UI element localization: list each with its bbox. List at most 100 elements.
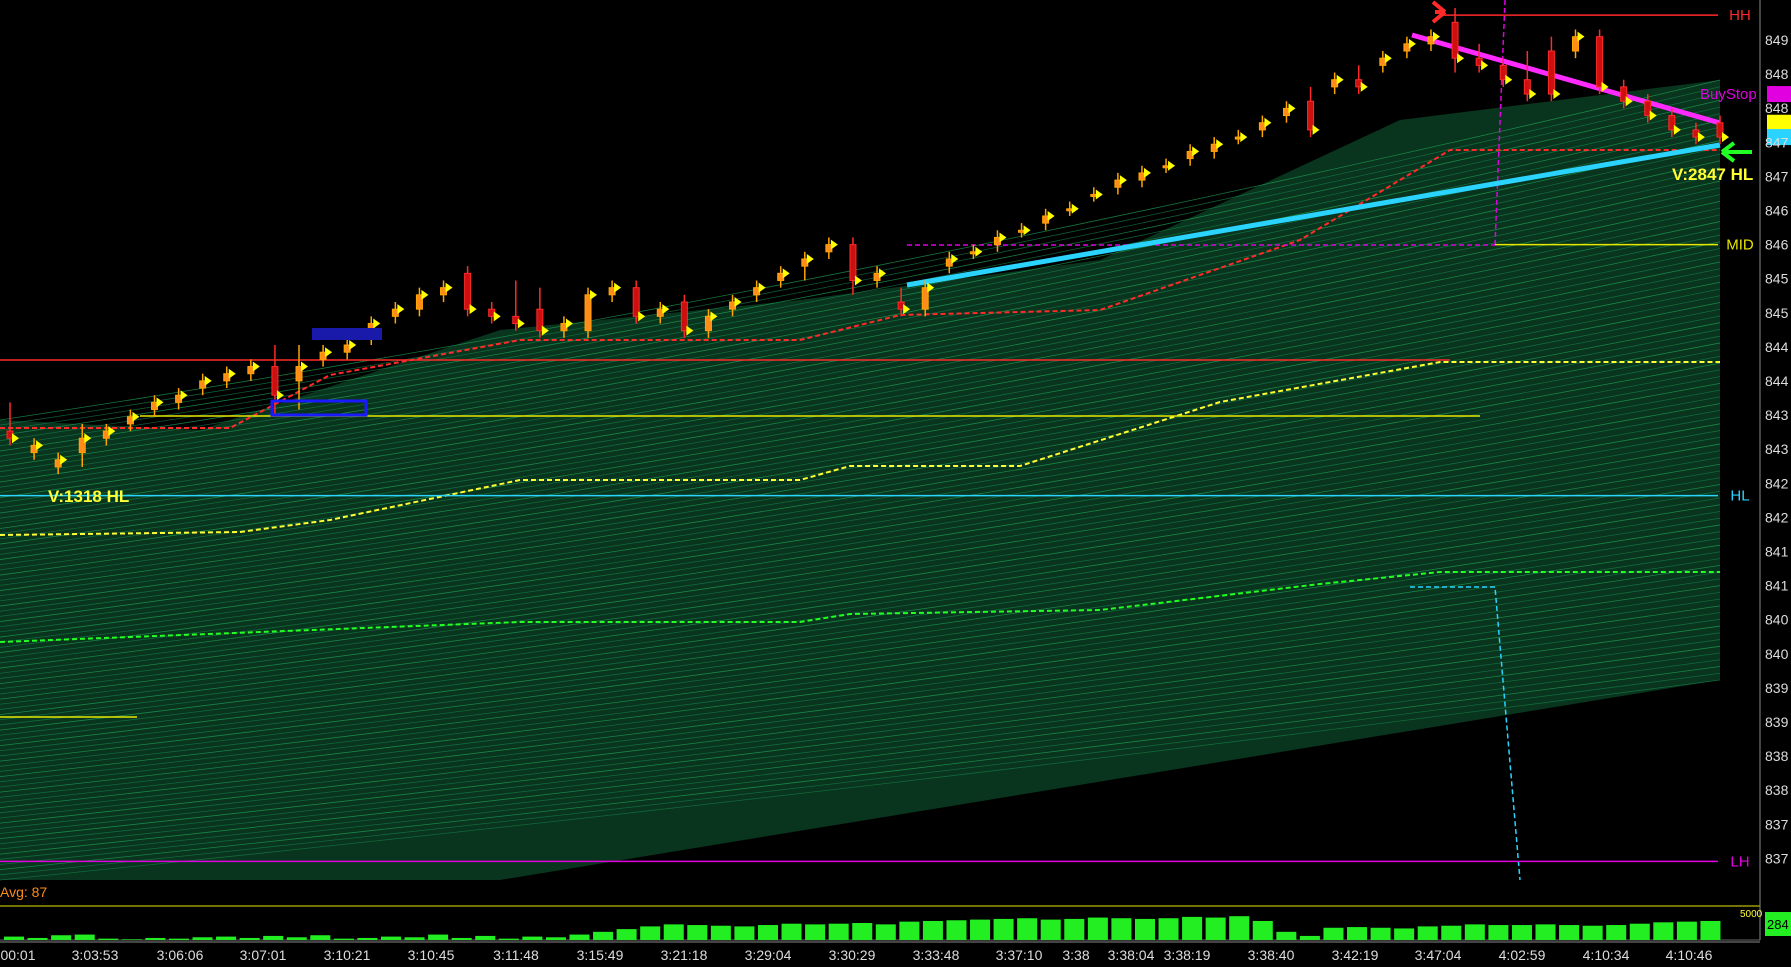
volume-bar [1676,921,1697,940]
price-tick-label: 843 [1765,441,1789,457]
time-tick-label: 3:30:29 [829,947,876,963]
candle-body [1596,36,1604,88]
time-tick-label: 4:10:46 [1666,947,1713,963]
level-label-hl: HL [1730,488,1749,505]
volume-bar [1087,917,1108,940]
blue-box-high [312,328,382,340]
price-tick-label: 847 [1765,134,1789,150]
volume-bar [357,937,378,940]
price-tick-label: 845 [1765,271,1789,287]
volume-bar [145,937,166,940]
price-tick-label: 841 [1765,544,1789,560]
price-tick-label: 846 [1765,237,1789,253]
volume-bar [1252,920,1273,940]
time-tick-label: 3:07:01 [240,947,287,963]
time-tick-label: 3:29:04 [745,947,792,963]
price-tick-label: 847 [1765,168,1789,184]
volume-axis-label: 5000 [1740,909,1763,920]
volume-bar [1182,916,1203,940]
volume-bar [852,923,873,940]
volume-bar [1464,924,1485,940]
price-tick-label: 841 [1765,578,1789,594]
volume-bar [1559,925,1580,940]
candle-body [464,272,472,310]
volume-readout: 284 [1767,917,1789,932]
level-label-hh: HH [1729,7,1751,24]
volume-bar [1441,925,1462,940]
volume-bar [333,938,354,940]
price-tick-label: 844 [1765,373,1789,389]
time-tick-label: 3:47:04 [1415,947,1462,963]
volume-bar [428,934,449,940]
volume-bar [1229,916,1250,940]
time-tick-label: 3:10:21 [324,947,371,963]
price-tick-label: 837 [1765,850,1789,866]
volume-bar [121,939,142,940]
volume-bar [286,937,307,940]
time-tick-label: 3:42:19 [1332,947,1379,963]
volume-bar [98,938,119,940]
time-tick-label: 3:15:49 [577,947,624,963]
volume-bar [1535,924,1556,940]
candle-body [849,244,857,281]
price-tag-box [1767,114,1791,131]
volume-bar [380,936,402,940]
volume-bar [1488,925,1509,940]
price-tick-label: 846 [1765,203,1789,219]
volume-bar [1370,927,1391,940]
volume-bar [899,921,920,940]
volume-bar [404,937,425,940]
volume-average-label: Avg: 87 [0,884,47,900]
volume-bar [1205,917,1226,940]
time-tick-label: 3:38:19 [1164,947,1211,963]
volume-bar [1111,918,1132,940]
volume-bar [1653,922,1674,940]
volume-bar [522,936,543,940]
candle-body [584,294,592,332]
volume-bar [593,931,614,940]
price-tick-label: 844 [1765,339,1789,355]
trading-chart[interactable]: HH MID HL LH BuyStop 849 848 848 847 847 846 846 84… [0,0,1791,967]
time-tick-label: 3:33:48 [913,947,960,963]
volume-bar [640,926,661,940]
level-label-lh: LH [1730,853,1749,870]
volume-bar [498,938,519,940]
candle-body [1451,21,1459,59]
volume-bar [993,918,1014,940]
price-tick-label: 848 [1765,66,1789,82]
price-tick-label: 848 [1765,100,1789,116]
price-tick-label: 838 [1765,748,1789,764]
volume-bar [757,925,778,940]
volume-bar [828,923,849,940]
volume-bar [1394,928,1415,940]
volume-bar [569,934,590,940]
time-tick-label: 00:01 [0,947,35,963]
time-tick-label: 3:10:45 [408,947,455,963]
volume-bar [1606,925,1627,940]
volume-bar [310,935,331,940]
volume-bar [1158,918,1179,940]
volume-bar [239,937,260,940]
level-label-mid: MID [1726,237,1754,254]
price-tick-label: 837 [1765,816,1789,832]
volume-bar [663,924,684,940]
buy-stop-label: BuyStop [1700,86,1757,103]
volume-bar [51,935,72,940]
volume-bar [74,934,95,940]
volume-bar [451,937,472,940]
volume-bar [875,924,896,940]
time-tick-label: 3:38:40 [1248,947,1295,963]
volume-bar [1276,931,1297,940]
volume-bar [1299,935,1320,940]
volume-bar [27,937,48,940]
volume-bar [4,936,25,940]
volume-bar [1017,918,1038,940]
candle-body [1547,50,1555,95]
volume-bar [1511,925,1532,940]
time-tick-label: 3:06:06 [157,947,204,963]
volume-bar [781,923,802,940]
time-tick-label: 3:21:18 [661,947,708,963]
price-tick-label: 849 [1765,32,1789,48]
volume-bar [1134,918,1155,940]
time-tick-label: 3:38:04 [1108,947,1155,963]
